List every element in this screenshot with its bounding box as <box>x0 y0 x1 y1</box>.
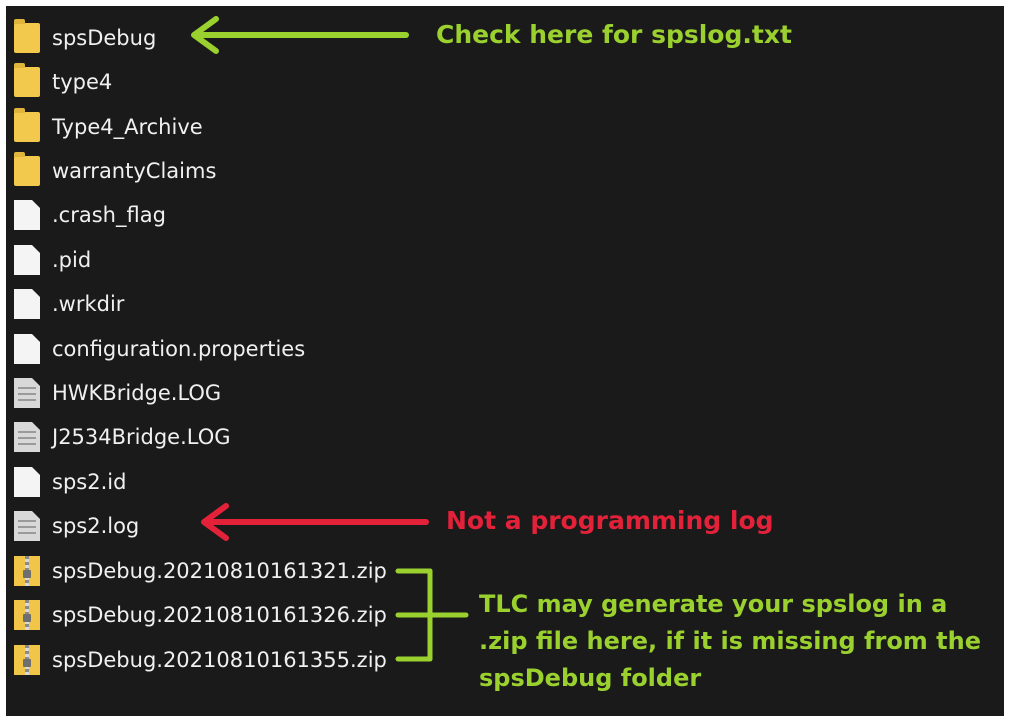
not-a-log-annotation: Not a programming log <box>446 506 774 535</box>
tlc-annotation-line: .zip file here, if it is missing from th… <box>479 627 982 655</box>
green-bracket-icon <box>395 568 469 662</box>
check-here-annotation: Check here for spslog.txt <box>436 20 792 49</box>
tlc-zip-annotation: TLC may generate your spslog in a .zip f… <box>479 586 999 697</box>
explorer-file-list-panel: spsDebug type4 Type4_Archive warrantyCla… <box>6 6 1004 716</box>
tlc-annotation-line: TLC may generate your spslog in a <box>479 590 948 618</box>
green-arrow-icon <box>191 16 409 54</box>
red-arrow-icon <box>201 503 429 541</box>
tlc-annotation-line: spsDebug folder <box>479 664 702 692</box>
